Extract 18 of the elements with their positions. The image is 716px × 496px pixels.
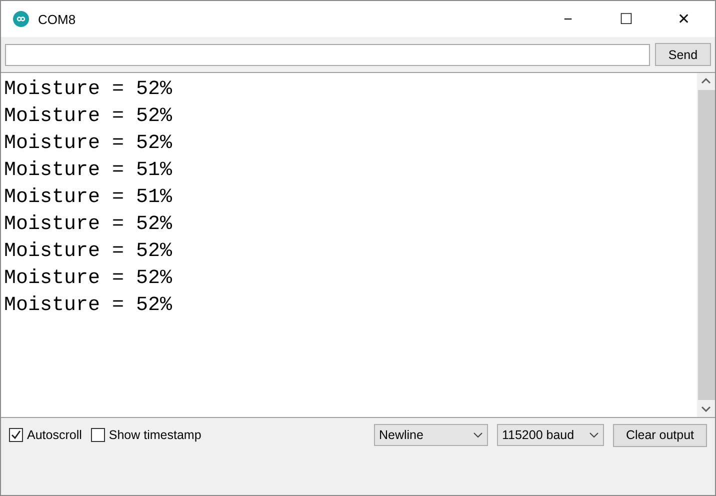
minimize-button[interactable]: −	[539, 1, 597, 37]
checkbox[interactable]	[90, 428, 105, 442]
caret-icon	[473, 432, 483, 438]
dropdown[interactable]: 115200 baud	[497, 424, 604, 446]
window-title: COM8	[38, 12, 76, 26]
serial-output: Moisture = 52% Moisture = 52% Moisture = 52% Moisture = 51% Moisture = 51% Moisture = 52% Moisture = 52% Moisture = 52% Moisture = 52%	[3, 77, 174, 319]
checkbox[interactable]	[9, 428, 23, 442]
dropdown[interactable]: Newline	[374, 424, 488, 446]
app-logo-icon	[13, 11, 29, 27]
caret-icon	[589, 432, 599, 438]
message-input-field[interactable]	[5, 44, 650, 66]
send-button[interactable]: Send	[655, 43, 711, 66]
clear-output-button[interactable]: Clear output	[613, 424, 707, 446]
scrollbar-thumb[interactable]	[698, 90, 714, 400]
maximize-button[interactable]: ☐	[597, 1, 655, 37]
close-button[interactable]: ✕	[655, 1, 713, 37]
checkbox-label: Autoscroll	[27, 428, 82, 442]
checkbox-label: Show timestamp	[108, 428, 202, 442]
